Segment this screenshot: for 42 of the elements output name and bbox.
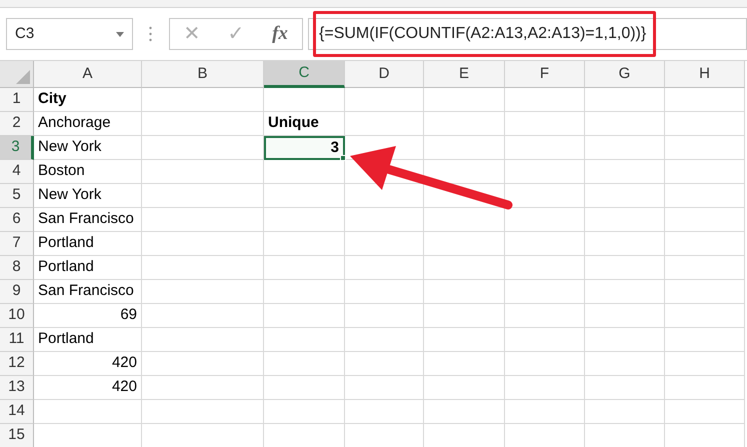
table-cell: Boston (34, 160, 142, 184)
column-header[interactable]: B (142, 61, 264, 88)
table-cell: 3 (264, 136, 345, 160)
row-header[interactable]: 12 (0, 352, 34, 376)
row-header[interactable]: 5 (0, 184, 34, 208)
column-header[interactable]: G (585, 61, 665, 88)
column-header[interactable]: D (345, 61, 424, 88)
name-box[interactable]: C3 (6, 18, 133, 50)
column-header[interactable]: A (34, 61, 142, 88)
table-cell: Anchorage (34, 112, 142, 136)
row-header[interactable]: 15 (0, 424, 34, 447)
table-cell: San Francisco (34, 280, 142, 304)
column-header[interactable]: C (264, 61, 345, 88)
table-cell: 420 (34, 352, 142, 376)
table-cell: Portland (34, 256, 142, 280)
table-cell: City (34, 88, 142, 112)
fill-handle[interactable] (340, 155, 346, 161)
table-cell: San Francisco (34, 208, 142, 232)
table-cell: 420 (34, 376, 142, 400)
insert-function-button[interactable]: fx (265, 20, 295, 48)
row-header[interactable]: 4 (0, 160, 34, 184)
row-header[interactable]: 13 (0, 376, 34, 400)
table-cell: 69 (34, 304, 142, 328)
row-header[interactable]: 7 (0, 232, 34, 256)
grip-dots-icon (149, 26, 152, 42)
row-header[interactable]: 9 (0, 280, 34, 304)
table-cell: New York (34, 184, 142, 208)
column-header[interactable]: H (665, 61, 745, 88)
row-header[interactable]: 3 (0, 136, 34, 160)
table-cell: New York (34, 136, 142, 160)
table-cell: Portland (34, 328, 142, 352)
row-header[interactable]: 14 (0, 400, 34, 424)
table-cell: Portland (34, 232, 142, 256)
row-header[interactable]: 10 (0, 304, 34, 328)
row-header[interactable]: 2 (0, 112, 34, 136)
row-header[interactable]: 8 (0, 256, 34, 280)
row-header[interactable]: 1 (0, 88, 34, 112)
column-header[interactable]: E (424, 61, 505, 88)
dropdown-caret-icon (116, 32, 124, 36)
row-header[interactable]: 11 (0, 328, 34, 352)
column-header[interactable]: F (505, 61, 585, 88)
row-header[interactable]: 6 (0, 208, 34, 232)
